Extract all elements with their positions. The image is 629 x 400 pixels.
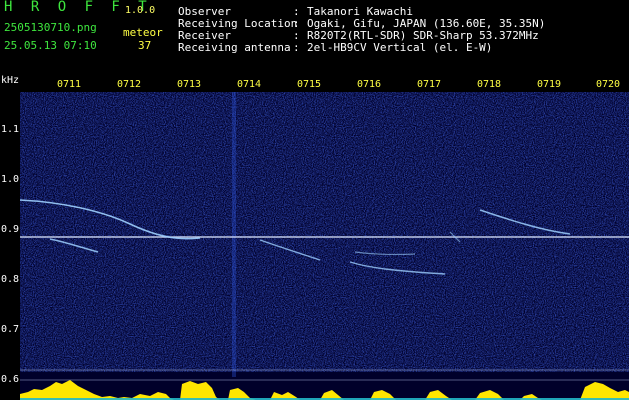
x-tick-0711: 0711 <box>57 79 82 90</box>
x-tick-0717: 0717 <box>417 79 442 90</box>
datetime: 25.05.13 07:10 <box>4 39 97 52</box>
y-tick-0.8: 0.8 <box>1 274 20 285</box>
antenna-label: Receiving antenna <box>178 41 291 54</box>
antenna-value: 2el-HB9CV Vertical (el. E-W) <box>307 41 493 54</box>
y-tick-0.6: 0.6 <box>1 374 20 385</box>
x-tick-0715: 0715 <box>297 79 322 90</box>
x-tick-0718: 0718 <box>477 79 502 90</box>
app-version: 1.0.0 <box>125 5 156 16</box>
x-tick-0713: 0713 <box>177 79 202 90</box>
unit-label: kHz <box>1 75 20 86</box>
noise-column <box>232 92 236 377</box>
antenna-sep: : <box>293 41 300 54</box>
y-tick-0.9: 0.9 <box>1 224 20 235</box>
y-tick-1.0: 1.0 <box>1 174 20 185</box>
noise-field <box>20 92 629 372</box>
y-tick-0.7: 0.7 <box>1 324 20 335</box>
y-tick-1.1: 1.1 <box>1 124 20 135</box>
x-tick-0720: 0720 <box>596 79 621 90</box>
spectrogram-plot <box>20 92 629 400</box>
meteor-count: 37 <box>138 39 152 52</box>
x-tick-0712: 0712 <box>117 79 142 90</box>
x-tick-0719: 0719 <box>537 79 562 90</box>
header-panel: H R O F F T 1.0.0 2505130710.png 25.05.1… <box>0 0 629 72</box>
x-tick-0714: 0714 <box>237 79 262 90</box>
x-tick-0716: 0716 <box>357 79 382 90</box>
filename: 2505130710.png <box>4 21 97 34</box>
meteor-label: meteor <box>123 26 163 39</box>
